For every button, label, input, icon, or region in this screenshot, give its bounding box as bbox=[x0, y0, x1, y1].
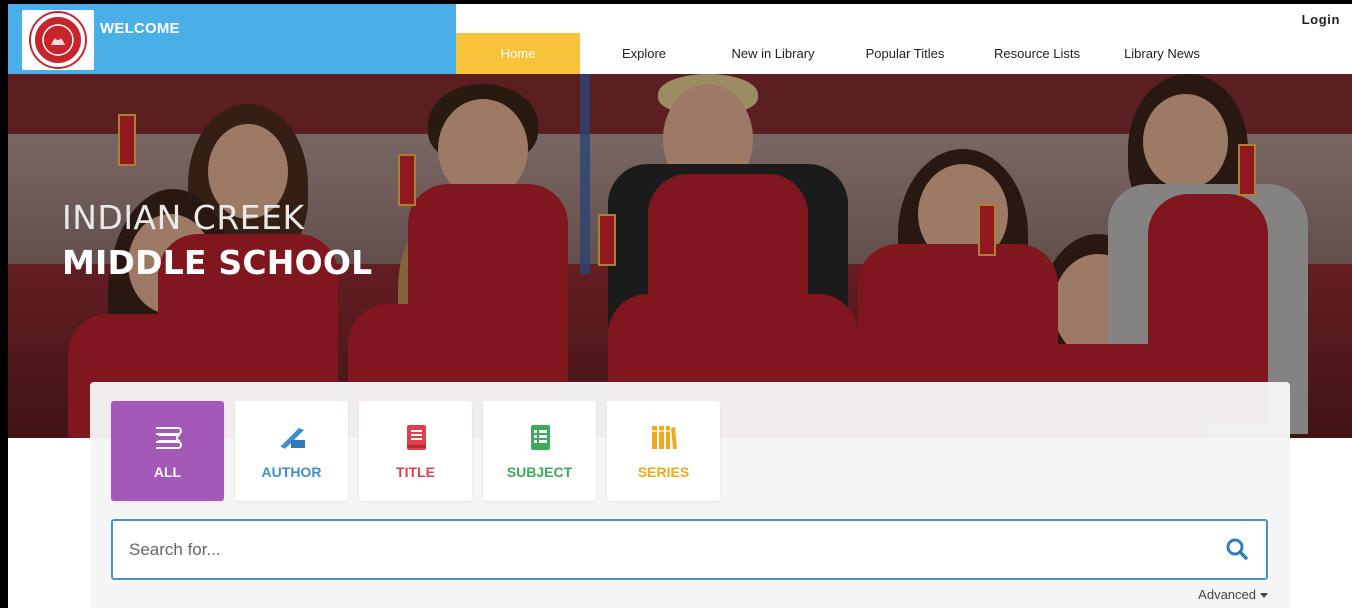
quill-pen-icon bbox=[277, 422, 307, 452]
school-seal-icon bbox=[31, 13, 85, 67]
search-input[interactable] bbox=[129, 521, 1189, 578]
advanced-search-toggle[interactable]: Advanced bbox=[1198, 587, 1268, 602]
school-name: INDIAN CREEK MIDDLE SCHOOL bbox=[62, 198, 372, 282]
tab-all-label: ALL bbox=[153, 464, 182, 480]
search-icon[interactable] bbox=[1222, 534, 1252, 564]
nav-home[interactable]: Home bbox=[456, 33, 580, 74]
tab-author[interactable]: AUTHOR bbox=[235, 401, 348, 501]
tab-series[interactable]: SERIES bbox=[607, 401, 720, 501]
library-home-page: WELCOME Login Home Explore New in Librar… bbox=[0, 0, 1352, 608]
tab-subject[interactable]: SUBJECT bbox=[483, 401, 596, 501]
list-icon bbox=[525, 422, 555, 452]
nav-new-in-library[interactable]: New in Library bbox=[708, 33, 838, 74]
school-logo[interactable] bbox=[22, 10, 94, 70]
book-series-icon bbox=[649, 422, 679, 452]
caret-down-icon bbox=[1260, 593, 1268, 599]
welcome-label: WELCOME bbox=[100, 20, 180, 37]
school-name-line2: MIDDLE SCHOOL bbox=[62, 243, 373, 282]
school-name-line1: INDIAN CREEK bbox=[62, 198, 305, 237]
nav-explore[interactable]: Explore bbox=[580, 33, 708, 74]
tab-author-label: AUTHOR bbox=[261, 464, 322, 480]
tab-subject-label: SUBJECT bbox=[506, 464, 573, 480]
search-box bbox=[111, 519, 1268, 580]
search-panel: ALL AUTHOR TITLE SUBJECT SERIES Search f… bbox=[90, 382, 1290, 608]
books-stack-icon bbox=[153, 422, 183, 452]
welcome-bar: WELCOME bbox=[8, 4, 456, 74]
tab-title[interactable]: TITLE bbox=[359, 401, 472, 501]
top-header: Login Home Explore New in Library Popula… bbox=[456, 4, 1352, 74]
book-icon bbox=[401, 422, 431, 452]
nav-resource-lists[interactable]: Resource Lists bbox=[972, 33, 1102, 74]
tab-all[interactable]: ALL bbox=[111, 401, 224, 501]
login-link[interactable]: Login bbox=[1302, 12, 1340, 27]
nav-popular-titles[interactable]: Popular Titles bbox=[838, 33, 972, 74]
tab-series-label: SERIES bbox=[637, 464, 690, 480]
advanced-label: Advanced bbox=[1198, 587, 1256, 602]
window-frame-top bbox=[0, 0, 1352, 4]
search-type-tabs: ALL AUTHOR TITLE SUBJECT SERIES bbox=[111, 401, 720, 501]
window-frame-left bbox=[0, 0, 8, 608]
main-nav: Home Explore New in Library Popular Titl… bbox=[456, 33, 1222, 74]
nav-library-news[interactable]: Library News bbox=[1102, 33, 1222, 74]
tab-title-label: TITLE bbox=[396, 464, 435, 480]
